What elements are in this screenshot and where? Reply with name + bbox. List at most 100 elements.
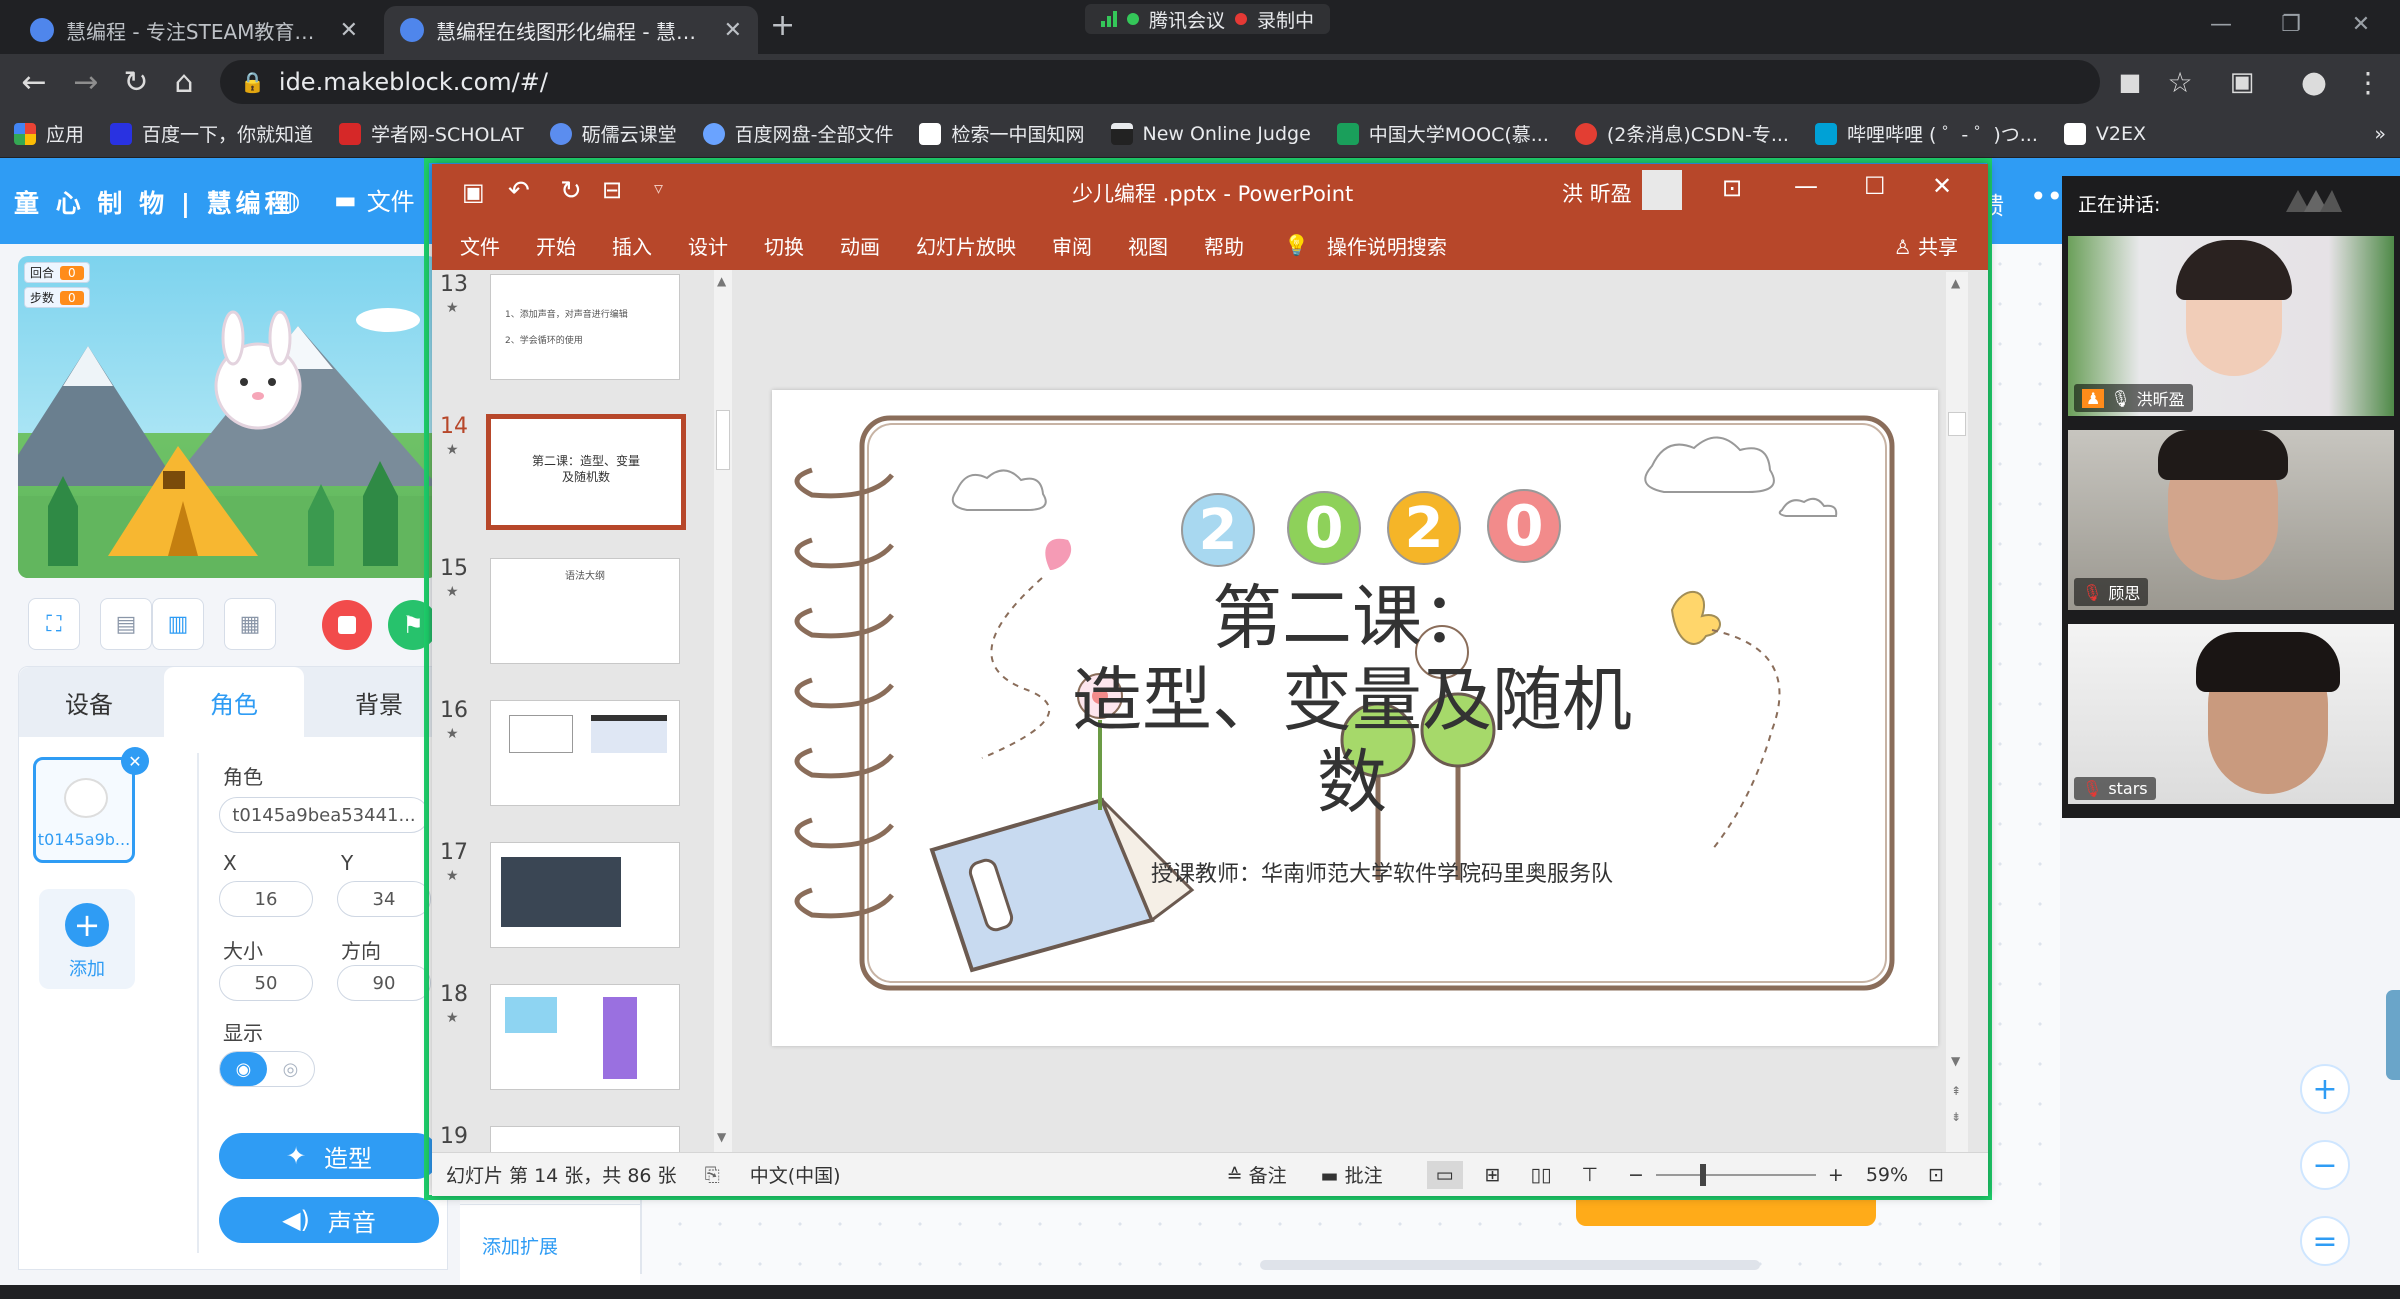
home-icon[interactable]: ⌂ xyxy=(164,62,204,102)
scroll-thumb[interactable] xyxy=(716,410,730,470)
ribbon-tab-help[interactable]: 帮助 xyxy=(1186,231,1262,260)
slide-thumbnail-16[interactable] xyxy=(490,700,680,806)
normal-view-icon[interactable]: ▭ xyxy=(1426,1160,1463,1189)
costume-button[interactable]: ✦ 造型 xyxy=(219,1133,439,1179)
zoom-reset-icon[interactable]: = xyxy=(2300,1216,2350,1266)
add-extension-button[interactable]: 添加扩展 xyxy=(482,1232,558,1259)
small-stage-icon[interactable]: ▤ xyxy=(100,598,152,650)
fit-slide-icon[interactable]: ⊡ xyxy=(1928,1164,1944,1186)
ribbon-tab-home[interactable]: 开始 xyxy=(518,231,594,260)
restore-icon[interactable]: ❐ xyxy=(2256,0,2326,48)
tab-devices[interactable]: 设备 xyxy=(19,667,159,737)
maximize-icon[interactable]: ☐ xyxy=(1864,172,1886,200)
thumbnail-scrollbar[interactable]: ▲ ▼ xyxy=(714,270,732,1152)
camera-icon[interactable]: ■ xyxy=(2110,62,2150,102)
profile-icon[interactable]: ● xyxy=(2294,62,2334,102)
direction-input[interactable]: 90 xyxy=(337,965,431,1001)
slideshow-view-icon[interactable]: ⊤ xyxy=(1581,1164,1598,1186)
ribbon-tab-slideshow[interactable]: 幻灯片放映 xyxy=(898,231,1034,260)
ribbon-tab-review[interactable]: 审阅 xyxy=(1034,231,1110,260)
ribbon-tab-animations[interactable]: 动画 xyxy=(822,231,898,260)
slide-sorter-icon[interactable]: ⊞ xyxy=(1485,1164,1501,1186)
notes-button[interactable]: ≙ 备注 xyxy=(1227,1161,1287,1188)
spell-check-icon[interactable]: ⎘ xyxy=(705,1164,720,1186)
globe-icon[interactable]: ◍ xyxy=(276,184,300,217)
y-input[interactable]: 34 xyxy=(337,881,431,917)
zoom-level[interactable]: 59% xyxy=(1866,1164,1908,1186)
slide-thumbnail-19[interactable] xyxy=(490,1126,680,1152)
eye-off-icon[interactable]: ◎ xyxy=(267,1052,314,1086)
share-button[interactable]: ♙ 共享 xyxy=(1876,231,1988,260)
back-icon[interactable]: ← xyxy=(14,62,54,102)
bookmark-csdn[interactable]: (2条消息)CSDN-专... xyxy=(1574,120,1789,147)
reload-icon[interactable]: ↻ xyxy=(116,62,156,102)
scroll-down-icon[interactable]: ▼ xyxy=(1951,1054,1960,1068)
bookmark-liru[interactable]: 砺儒云课堂 xyxy=(549,120,677,147)
redo-icon[interactable]: ↻ xyxy=(560,176,582,206)
slide-thumbnails-pane[interactable]: 13 ★ 1、添加声音，对声音进行编辑 2、学会循环的使用 14 ★ 第二课：造… xyxy=(432,270,732,1152)
tab-sprites[interactable]: 角色 xyxy=(164,667,304,737)
stage-canvas[interactable]: 回合 0 步数 0 xyxy=(18,256,438,578)
address-bar[interactable]: 🔒 ide.makeblock.com/#/ xyxy=(220,60,2100,104)
present-icon[interactable]: ⊟ xyxy=(602,176,622,204)
eye-icon[interactable]: ◉ xyxy=(220,1052,267,1086)
x-input[interactable]: 16 xyxy=(219,881,313,917)
scroll-up-icon[interactable]: ▲ xyxy=(1951,276,1960,290)
zoom-in-icon[interactable]: + xyxy=(1828,1164,1844,1186)
bookmark-noj[interactable]: New Online Judge xyxy=(1110,122,1311,145)
side-handle[interactable] xyxy=(2386,990,2400,1080)
meeting-status-pill[interactable]: 腾讯会议 录制中 xyxy=(1085,4,1331,34)
video-tile-2[interactable]: 🎙 顾思 xyxy=(2068,430,2394,610)
close-window-icon[interactable]: ✕ xyxy=(2326,0,2396,48)
video-tile-1[interactable]: ♟ 🎙 洪昕盈 xyxy=(2068,236,2394,416)
user-avatar[interactable] xyxy=(1642,170,1682,210)
file-menu[interactable]: ▬ 文件 xyxy=(334,182,415,217)
bookmark-v2ex[interactable]: V2EX xyxy=(2063,122,2146,145)
bookmark-baidu-pan[interactable]: 百度网盘-全部文件 xyxy=(702,120,893,147)
minimize-icon[interactable]: — xyxy=(1794,172,1818,200)
slide-thumbnail-17[interactable] xyxy=(490,842,680,948)
scroll-down-icon[interactable]: ▼ xyxy=(717,1130,726,1144)
next-slide-icon[interactable]: ⇟ xyxy=(1951,1110,1961,1124)
customize-icon[interactable]: ▿ xyxy=(654,178,663,199)
video-tile-3[interactable]: 🎙 stars xyxy=(2068,624,2394,804)
ribbon-tab-insert[interactable]: 插入 xyxy=(594,231,670,260)
slide-thumbnail-15[interactable]: 语法大纲 xyxy=(490,558,680,664)
slide-edit-area[interactable]: ▲ ▼ ⇞ ⇟ 2 0 2 0 第二课： 造型、变量及随机 数 授课教师：华南师… xyxy=(750,270,1974,1152)
tell-me-search[interactable]: 操作说明搜索 xyxy=(1327,231,1465,260)
stop-button[interactable] xyxy=(322,600,372,650)
ribbon-display-icon[interactable]: ⊡ xyxy=(1722,174,1742,202)
scroll-up-icon[interactable]: ▲ xyxy=(717,274,726,288)
forward-icon[interactable]: → xyxy=(66,62,106,102)
language-indicator[interactable]: 中文(中国) xyxy=(750,1161,841,1188)
new-tab-button[interactable]: + xyxy=(770,8,795,44)
sound-button[interactable]: ◀) 声音 xyxy=(219,1197,439,1243)
horizontal-scrollbar[interactable] xyxy=(1260,1260,1760,1270)
size-input[interactable]: 50 xyxy=(219,965,313,1001)
save-icon[interactable]: ▣ xyxy=(462,178,485,206)
sprite-thumbnail[interactable]: t0145a9b... xyxy=(33,757,135,863)
delete-sprite-icon[interactable]: ✕ xyxy=(121,747,149,775)
large-stage-icon[interactable]: ▥ xyxy=(152,598,204,650)
minimize-icon[interactable]: — xyxy=(2186,0,2256,48)
visibility-toggle[interactable]: ◉ ◎ xyxy=(219,1051,315,1087)
bookmarks-overflow[interactable]: » xyxy=(2374,123,2386,145)
prev-slide-icon[interactable]: ⇞ xyxy=(1951,1084,1961,1098)
code-block[interactable] xyxy=(1576,1196,1876,1226)
grid-icon[interactable]: ▦ xyxy=(224,598,276,650)
menu-kebab-icon[interactable]: ⋮ xyxy=(2348,62,2388,102)
bookmark-bilibili[interactable]: 哔哩哔哩 ( ゜- ゜)つ... xyxy=(1814,120,2038,147)
close-icon[interactable]: ✕ xyxy=(1932,172,1952,200)
sprite-name-input[interactable]: t0145a9bea53441... xyxy=(219,797,429,833)
comments-button[interactable]: ▬ 批注 xyxy=(1321,1161,1383,1188)
browser-tab-2[interactable]: 慧编程在线图形化编程 - 慧编程 ✕ xyxy=(384,6,758,54)
fullscreen-icon[interactable]: ⛶ xyxy=(28,598,80,650)
scroll-thumb[interactable] xyxy=(1948,412,1966,436)
bookmark-scholat[interactable]: 学者网-SCHOLAT xyxy=(339,120,524,147)
ribbon-tab-file[interactable]: 文件 xyxy=(442,231,518,260)
slide-thumbnail-14-selected[interactable]: 第二课：造型、变量及随机数 xyxy=(486,414,686,530)
bookmark-apps[interactable]: 应用 xyxy=(14,120,84,147)
zoom-in-icon[interactable]: + xyxy=(2300,1064,2350,1114)
slide-thumbnail-18[interactable] xyxy=(490,984,680,1090)
ribbon-tab-view[interactable]: 视图 xyxy=(1110,231,1186,260)
